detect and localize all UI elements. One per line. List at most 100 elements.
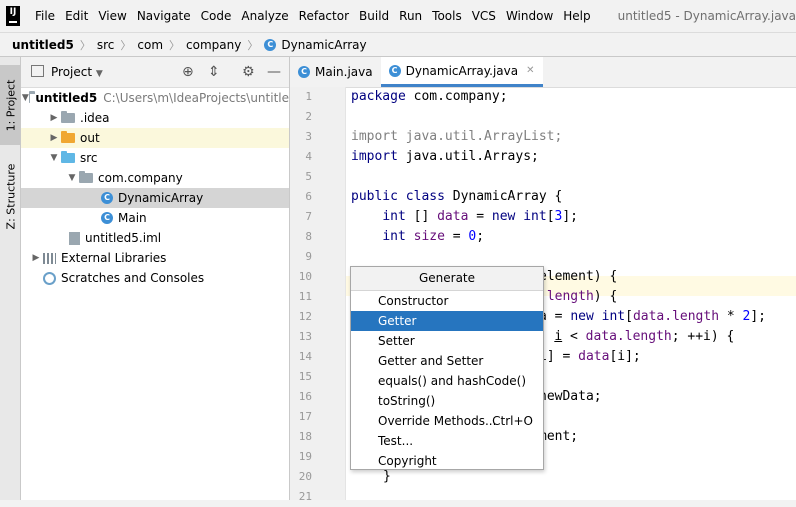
project-panel: Project ▼ ⊕ ⇕ ⚙ — ▼ untitled5 C:\Users\m… bbox=[21, 57, 290, 500]
breadcrumb-com[interactable]: com bbox=[137, 38, 163, 52]
popup-item-constructor[interactable]: Constructor bbox=[351, 291, 543, 311]
breadcrumb-company[interactable]: company bbox=[186, 38, 241, 52]
menu-build[interactable]: Build bbox=[354, 0, 394, 32]
window-title: untitled5 - DynamicArray.java bbox=[617, 9, 796, 23]
close-icon[interactable]: ✕ bbox=[526, 65, 534, 76]
code-line: import java.util.ArrayList; bbox=[351, 129, 563, 144]
breadcrumb-separator-icon: 〉 bbox=[169, 38, 181, 52]
intellij-logo-icon: IJ bbox=[6, 6, 20, 26]
line-number: 13 bbox=[298, 330, 312, 343]
class-icon: C bbox=[388, 64, 401, 77]
popup-item-override-methods[interactable]: Override Methods... Ctrl+O bbox=[351, 411, 543, 431]
menu-tools[interactable]: Tools bbox=[427, 0, 467, 32]
tree-item-external-libraries[interactable]: ▶ External Libraries bbox=[21, 248, 289, 268]
line-number: 11 bbox=[298, 290, 312, 303]
source-folder-icon bbox=[61, 151, 75, 163]
menu-refactor[interactable]: Refactor bbox=[294, 0, 354, 32]
line-number: 21 bbox=[298, 490, 312, 503]
popup-item-getter[interactable]: Getter bbox=[351, 311, 543, 331]
menu-vcs[interactable]: VCS bbox=[467, 0, 501, 32]
line-gutter: 1 2 3 4 5 6 7 8 9 10 11 12 13 14 15 16 1… bbox=[290, 87, 346, 503]
chevron-down-icon: ▼ bbox=[95, 69, 103, 79]
menu-analyze[interactable]: Analyze bbox=[236, 0, 293, 32]
package-icon bbox=[79, 171, 93, 183]
folder-icon bbox=[28, 91, 34, 103]
code-line: ment; bbox=[539, 429, 579, 444]
hide-icon[interactable]: — bbox=[267, 64, 281, 80]
line-number: 8 bbox=[305, 230, 312, 243]
line-number: 1 bbox=[305, 90, 312, 103]
line-number: 16 bbox=[298, 390, 312, 403]
project-view-selector[interactable]: Project ▼ bbox=[51, 65, 103, 79]
generate-popup: Generate Constructor Getter Setter Gette… bbox=[350, 266, 544, 470]
editor-tabs: C Main.java C DynamicArray.java ✕ bbox=[290, 57, 796, 88]
class-icon: C bbox=[101, 192, 113, 204]
code-line: element) { bbox=[539, 269, 618, 284]
popup-item-tostring[interactable]: toString() bbox=[351, 391, 543, 411]
project-panel-header: Project ▼ ⊕ ⇕ ⚙ — bbox=[21, 57, 289, 88]
tab-project[interactable]: 1: Project bbox=[0, 65, 21, 145]
tree-item-dynamicarray[interactable]: C DynamicArray bbox=[21, 188, 289, 208]
breadcrumb-separator-icon: 〉 bbox=[247, 38, 259, 52]
tree-item-main[interactable]: C Main bbox=[21, 208, 289, 228]
breadcrumb-project[interactable]: untitled5 bbox=[12, 38, 74, 52]
class-icon: C bbox=[264, 38, 277, 51]
code-line: int size = 0; bbox=[382, 229, 485, 244]
tab-dynamicarray-java[interactable]: C DynamicArray.java ✕ bbox=[380, 57, 543, 87]
chevron-down-icon: ▼ bbox=[21, 93, 29, 103]
line-number: 7 bbox=[305, 210, 312, 223]
line-number: 15 bbox=[298, 370, 312, 383]
chevron-right-icon: ▶ bbox=[32, 253, 40, 263]
popup-item-copyright[interactable]: Copyright bbox=[351, 451, 543, 471]
code-line: package com.company; bbox=[351, 89, 508, 104]
tree-item-iml[interactable]: untitled5.iml bbox=[21, 228, 289, 248]
breadcrumb-src[interactable]: src bbox=[97, 38, 115, 52]
locate-icon[interactable]: ⊕ bbox=[182, 64, 194, 80]
code-line: import java.util.Arrays; bbox=[351, 149, 539, 164]
collapse-all-icon[interactable]: ⇕ bbox=[208, 64, 220, 80]
code-line: i] = data[i]; bbox=[539, 349, 641, 364]
breadcrumb-dynamicarray[interactable]: C DynamicArray bbox=[264, 38, 367, 52]
gear-icon[interactable]: ⚙ bbox=[242, 64, 255, 80]
menu-navigate[interactable]: Navigate bbox=[132, 0, 196, 32]
tree-item-untitled5[interactable]: ▼ untitled5 C:\Users\m\IdeaProjects\unti… bbox=[21, 88, 289, 108]
module-file-icon bbox=[69, 231, 80, 245]
line-number: 10 bbox=[298, 270, 312, 283]
folder-icon bbox=[61, 111, 75, 123]
runnable-class-icon: C bbox=[101, 212, 113, 224]
popup-item-setter[interactable]: Setter bbox=[351, 331, 543, 351]
code-line: int [] data = new int[3]; bbox=[382, 209, 579, 224]
code-line: newData; bbox=[539, 389, 602, 404]
popup-item-getter-and-setter[interactable]: Getter and Setter bbox=[351, 351, 543, 371]
tool-window-strip: 1: Project Z: Structure bbox=[0, 57, 21, 500]
menu-code[interactable]: Code bbox=[196, 0, 237, 32]
line-number: 14 bbox=[298, 350, 312, 363]
line-number: 5 bbox=[305, 170, 312, 183]
folder-icon bbox=[61, 131, 75, 143]
line-number: 9 bbox=[305, 250, 312, 263]
tab-main-java[interactable]: C Main.java bbox=[290, 57, 381, 87]
tree-item-scratches[interactable]: Scratches and Consoles bbox=[21, 268, 289, 288]
line-number: 2 bbox=[305, 110, 312, 123]
line-number: 4 bbox=[305, 150, 312, 163]
line-number: 3 bbox=[305, 130, 312, 143]
menu-file[interactable]: File bbox=[30, 0, 60, 32]
chevron-down-icon: ▼ bbox=[68, 173, 76, 183]
popup-item-equals-hashcode[interactable]: equals() and hashCode() bbox=[351, 371, 543, 391]
shortcut-label: Ctrl+O bbox=[492, 414, 533, 428]
menu-window[interactable]: Window bbox=[501, 0, 558, 32]
tree-item-out[interactable]: ▶ out bbox=[21, 128, 289, 148]
tree-item-com-company[interactable]: ▼ com.company bbox=[21, 168, 289, 188]
popup-title: Generate bbox=[351, 267, 543, 291]
menu-view[interactable]: View bbox=[93, 0, 131, 32]
tree-item-src[interactable]: ▼ src bbox=[21, 148, 289, 168]
tab-structure[interactable]: Z: Structure bbox=[0, 153, 21, 239]
menu-help[interactable]: Help bbox=[558, 0, 595, 32]
menu-run[interactable]: Run bbox=[394, 0, 427, 32]
menu-edit[interactable]: Edit bbox=[60, 0, 93, 32]
tree-item-idea[interactable]: ▶ .idea bbox=[21, 108, 289, 128]
code-line: .length) { bbox=[539, 289, 618, 304]
popup-item-test[interactable]: Test... bbox=[351, 431, 543, 451]
chevron-right-icon: ▶ bbox=[50, 133, 58, 143]
line-number: 17 bbox=[298, 410, 312, 423]
